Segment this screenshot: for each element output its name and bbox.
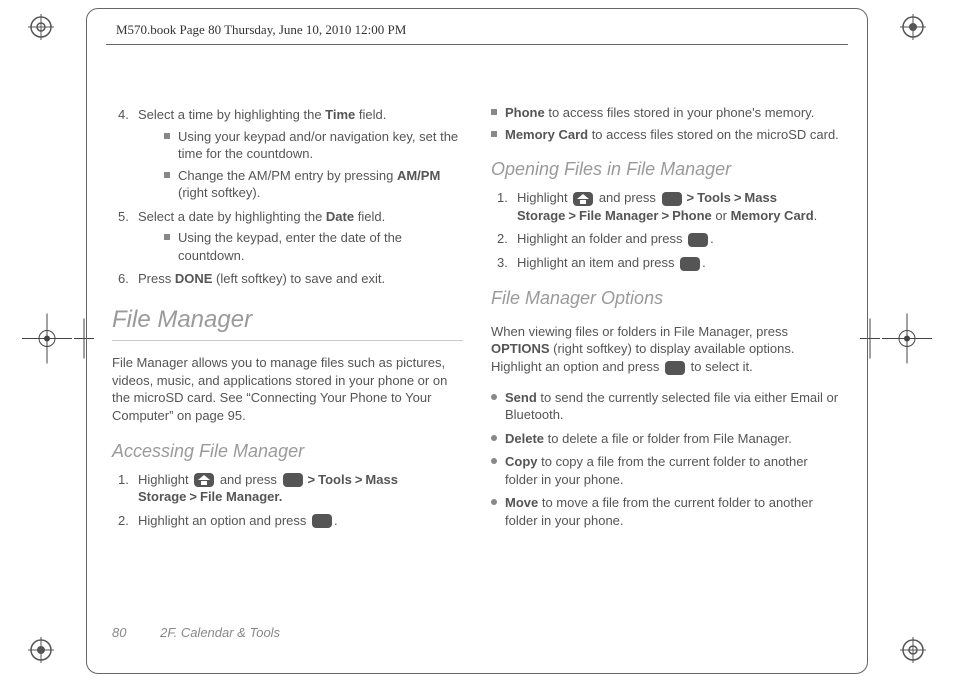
option-delete: Delete to delete a file or folder from F… (491, 430, 842, 448)
page-number: 80 (112, 625, 126, 640)
step-5: Select a date by highlighting the Date f… (112, 208, 463, 265)
open-step-1: Highlight and press >Tools>Mass Storage>… (491, 189, 842, 224)
step-5-sub-1: Using the keypad, enter the date of the … (164, 229, 463, 264)
page-content: Select a time by highlighting the Time f… (112, 100, 842, 612)
option-send: Send to send the currently selected file… (491, 389, 842, 424)
chevron-right-icon: > (734, 190, 742, 205)
print-target-bottom-left (28, 637, 54, 668)
heading-accessing: Accessing File Manager (112, 439, 463, 463)
print-cross-right (882, 314, 932, 369)
home-key-icon (194, 473, 214, 487)
ok-key-icon (680, 257, 700, 271)
left-column: Select a time by highlighting the Time f… (112, 100, 463, 612)
option-phone: Phone to access files stored in your pho… (491, 104, 842, 122)
step-6: Press DONE (left softkey) to save and ex… (112, 270, 463, 288)
file-manager-intro: File Manager allows you to manage files … (112, 354, 463, 424)
right-column: Phone to access files stored in your pho… (491, 100, 842, 612)
framemaker-header: M570.book Page 80 Thursday, June 10, 201… (116, 22, 406, 38)
access-options: Phone to access files stored in your pho… (491, 104, 842, 143)
chevron-right-icon: > (568, 208, 576, 223)
print-target-top-left (28, 14, 54, 45)
option-move: Move to move a file from the current fol… (491, 494, 842, 529)
option-copy: Copy to copy a file from the current fol… (491, 453, 842, 488)
print-target-top-right (900, 14, 926, 45)
home-key-icon (573, 192, 593, 206)
chevron-right-icon: > (355, 472, 363, 487)
page-footer: 80 2F. Calendar & Tools (112, 625, 280, 640)
print-cross-left (22, 314, 72, 369)
open-step-3: Highlight an item and press . (491, 254, 842, 272)
step-4: Select a time by highlighting the Time f… (112, 106, 463, 202)
footer-section: 2F. Calendar & Tools (160, 625, 280, 640)
print-target-bottom-right (900, 637, 926, 668)
options-intro: When viewing files or folders in File Ma… (491, 323, 842, 376)
options-list: Send to send the currently selected file… (491, 389, 842, 530)
step-5-sub: Using the keypad, enter the date of the … (138, 229, 463, 264)
step-4-sub-1: Using your keypad and/or navigation key,… (164, 128, 463, 163)
heading-options: File Manager Options (491, 286, 842, 310)
countdown-steps-cont: Select a time by highlighting the Time f… (112, 106, 463, 288)
ok-key-icon (283, 473, 303, 487)
chevron-right-icon: > (189, 489, 197, 504)
chevron-right-icon: > (308, 472, 316, 487)
header-rule (106, 44, 848, 45)
chevron-right-icon: > (687, 190, 695, 205)
step-4-sub-2: Change the AM/PM entry by pressing AM/PM… (164, 167, 463, 202)
access-step-1: Highlight and press >Tools>Mass Storage>… (112, 471, 463, 506)
ok-key-icon (662, 192, 682, 206)
access-step-2: Highlight an option and press . (112, 512, 463, 530)
heading-opening: Opening Files in File Manager (491, 157, 842, 181)
chevron-right-icon: > (661, 208, 669, 223)
step-4-sub: Using your keypad and/or navigation key,… (138, 128, 463, 202)
open-steps: Highlight and press >Tools>Mass Storage>… (491, 189, 842, 271)
access-steps: Highlight and press >Tools>Mass Storage>… (112, 471, 463, 530)
ok-key-icon (665, 361, 685, 375)
heading-file-manager: File Manager (112, 304, 463, 341)
option-memory-card: Memory Card to access files stored on th… (491, 126, 842, 144)
ok-key-icon (688, 233, 708, 247)
open-step-2: Highlight an folder and press . (491, 230, 842, 248)
ok-key-icon (312, 514, 332, 528)
